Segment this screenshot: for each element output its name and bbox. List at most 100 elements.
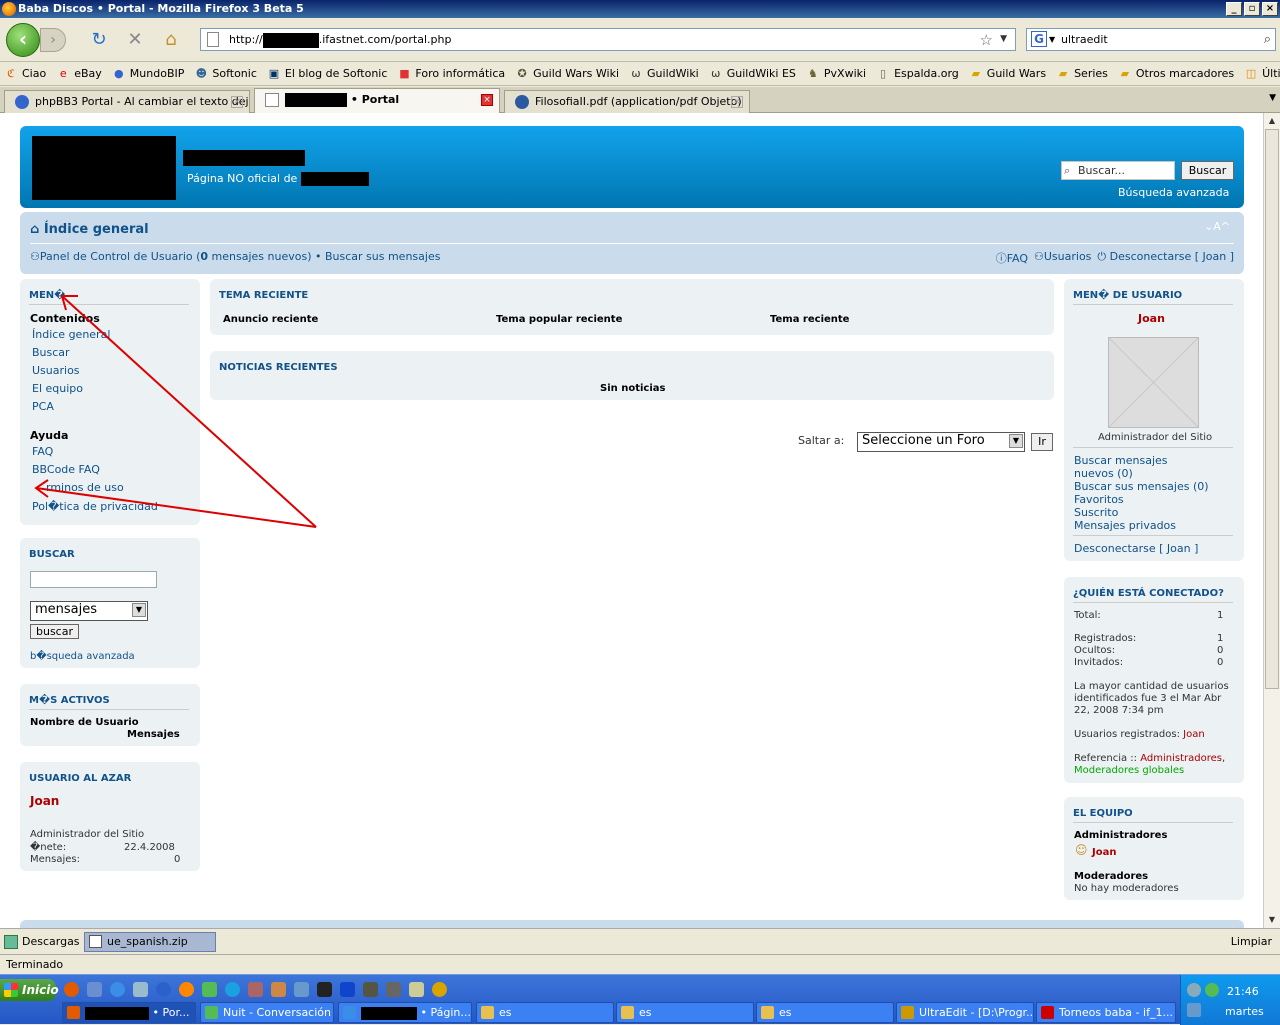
- quicklaunch-app-icon[interactable]: [409, 982, 424, 997]
- scrollbar-thumb[interactable]: [1265, 129, 1279, 689]
- quicklaunch-app-icon[interactable]: [386, 982, 401, 997]
- tab-close-icon[interactable]: ×: [731, 96, 743, 108]
- bookmark-item[interactable]: ▣ El blog de Softonic: [267, 67, 388, 81]
- url-bar[interactable]: http:// .ifastnet.com/portal.php ☆ ▼: [200, 28, 1016, 51]
- skype-icon[interactable]: [225, 982, 240, 997]
- left-search-button[interactable]: buscar: [30, 624, 79, 639]
- quicklaunch-app-icon[interactable]: [294, 982, 309, 997]
- menu-link-bbcode-faq[interactable]: BBCode FAQ: [32, 463, 100, 476]
- user-link-own-posts[interactable]: Buscar sus mensajes (0): [1074, 480, 1209, 493]
- menu-link-team[interactable]: El equipo: [32, 382, 83, 395]
- menu-link-privacy[interactable]: Pol�tica de privacidad: [32, 500, 158, 513]
- bookmark-item[interactable]: ▯ Espalda.org: [876, 67, 959, 81]
- bookmark-item[interactable]: ■ Foro informática: [397, 67, 505, 81]
- vertical-scrollbar[interactable]: ▲ ▼: [1263, 113, 1280, 928]
- header-search-button[interactable]: Buscar: [1181, 161, 1234, 180]
- tab-phpbb3-portal[interactable]: phpBB3 Portal - Al cambiar el texto dej.…: [4, 90, 250, 113]
- user-menu-name[interactable]: Joan: [1138, 312, 1165, 325]
- menu-link-search[interactable]: Buscar: [32, 346, 70, 359]
- quicklaunch-app-icon[interactable]: [133, 982, 148, 997]
- users-link[interactable]: ⚇Usuarios: [1034, 250, 1091, 266]
- advanced-search-link[interactable]: Búsqueda avanzada: [1118, 186, 1229, 199]
- task-folder-es-3[interactable]: es: [756, 1002, 894, 1023]
- task-filezilla-torneos[interactable]: Torneos baba - if_1...: [1036, 1002, 1176, 1023]
- site-logo[interactable]: [32, 136, 176, 200]
- team-admin-link[interactable]: Joan: [1092, 847, 1116, 858]
- legend-admins-link[interactable]: Administradores: [1140, 753, 1222, 764]
- task-ie-page[interactable]: • Págin...: [338, 1002, 472, 1023]
- forward-button[interactable]: ›: [40, 28, 66, 52]
- user-control-panel-link[interactable]: ⚇Panel de Control de Usuario (0 mensajes…: [30, 250, 440, 263]
- quicklaunch-app-icon[interactable]: [271, 982, 286, 997]
- bookmark-star-icon[interactable]: ☆: [980, 30, 993, 51]
- user-link-bookmarks[interactable]: Favoritos: [1074, 493, 1124, 506]
- quicklaunch-app-icon[interactable]: [317, 982, 332, 997]
- user-link-private-messages[interactable]: Mensajes privados: [1074, 519, 1176, 532]
- download-item[interactable]: ue_spanish.zip: [84, 932, 216, 952]
- random-user-name[interactable]: Joan: [30, 794, 59, 808]
- scroll-up-icon[interactable]: ▲: [1265, 114, 1279, 128]
- bookmark-item[interactable]: ω GuildWiki: [629, 67, 698, 81]
- network-icon[interactable]: [1187, 983, 1201, 997]
- bookmark-folder[interactable]: ▰ Otros marcadores: [1118, 67, 1234, 81]
- bookmark-item[interactable]: ℭ Ciao: [4, 67, 46, 81]
- menu-link-users[interactable]: Usuarios: [32, 364, 80, 377]
- quicklaunch-app-icon[interactable]: [179, 982, 194, 997]
- bookmark-folder[interactable]: ▰ Series: [1056, 67, 1108, 81]
- firefox-icon[interactable]: [64, 982, 79, 997]
- jump-forum-select[interactable]: Seleccione un Foro ▼: [857, 432, 1025, 452]
- index-link[interactable]: ⌂ Índice general: [30, 222, 149, 237]
- quicklaunch-app-icon[interactable]: [432, 982, 447, 997]
- bookmark-item[interactable]: ☻ Softonic: [194, 67, 257, 81]
- user-link-new-posts-count[interactable]: nuevos (0): [1074, 467, 1133, 480]
- home-icon[interactable]: ⌂: [160, 29, 182, 51]
- task-messenger-conversation[interactable]: Nuit - Conversación: [200, 1002, 334, 1023]
- bookmark-item[interactable]: ω GuildWiki ES: [709, 67, 796, 81]
- font-resize-control[interactable]: ⌄A^: [1204, 220, 1230, 233]
- header-search-input[interactable]: ⌕ Buscar...: [1061, 161, 1175, 180]
- tab-filosofia-pdf[interactable]: FilosofiaII.pdf (application/pdf Objeto)…: [504, 90, 750, 113]
- task-folder-es-2[interactable]: es: [616, 1002, 754, 1023]
- menu-link-faq[interactable]: FAQ: [32, 445, 53, 458]
- downloads-button[interactable]: Descargas: [2, 932, 80, 952]
- search-engine-icon[interactable]: G: [1031, 31, 1047, 47]
- search-keywords-input[interactable]: [30, 571, 157, 588]
- bookmark-feed[interactable]: ◫Últimas noticias: [1244, 67, 1280, 81]
- bookmark-item[interactable]: ● MundoBIP: [112, 67, 184, 81]
- engine-dropdown-icon[interactable]: ▼: [1049, 29, 1055, 50]
- task-ultraedit[interactable]: UltraEdit - [D:\Progr...: [896, 1002, 1034, 1023]
- task-folder-es-1[interactable]: es: [476, 1002, 614, 1023]
- legend-mods-link[interactable]: Moderadores globales: [1074, 765, 1184, 776]
- menu-link-ucp[interactable]: PCA: [32, 400, 54, 413]
- menu-link-terms[interactable]: rminos de uso: [46, 481, 124, 494]
- tab-close-icon[interactable]: ×: [231, 96, 243, 108]
- messenger-tray-icon[interactable]: [1205, 983, 1219, 997]
- logout-link[interactable]: ⏻ Desconectarse [ Joan ]: [1097, 250, 1234, 266]
- quicklaunch-app-icon[interactable]: [87, 982, 102, 997]
- quicklaunch-app-icon[interactable]: [340, 982, 355, 997]
- left-advanced-search-link[interactable]: b�squeda avanzada: [30, 651, 135, 662]
- clear-downloads-button[interactable]: Limpiar: [1231, 935, 1272, 948]
- bookmark-folder[interactable]: ▰ Guild Wars: [969, 67, 1047, 81]
- scroll-down-icon[interactable]: ▼: [1265, 913, 1279, 927]
- url-dropdown-icon[interactable]: ▼: [1000, 29, 1007, 50]
- faq-link[interactable]: ⓘFAQ: [996, 250, 1028, 266]
- quicklaunch-app-icon[interactable]: [248, 982, 263, 997]
- minimize-button[interactable]: _: [1226, 2, 1242, 16]
- bookmark-item[interactable]: e eBay: [56, 67, 102, 81]
- bookmark-item[interactable]: ✪ Guild Wars Wiki: [515, 67, 619, 81]
- messenger-icon[interactable]: [202, 982, 217, 997]
- back-button[interactable]: ‹: [6, 23, 40, 57]
- clock-time[interactable]: 21:46: [1227, 985, 1259, 998]
- guildwars-icon[interactable]: [363, 982, 378, 997]
- bookmark-item[interactable]: ♞ PvXwiki: [806, 67, 866, 81]
- tab-portal[interactable]: • Portal ×: [254, 88, 500, 114]
- tab-list-icon[interactable]: ▼: [1269, 93, 1276, 103]
- ie-icon[interactable]: [110, 982, 125, 997]
- online-user-link[interactable]: Joan: [1183, 729, 1205, 740]
- tray-app-icon[interactable]: [1187, 1003, 1201, 1017]
- maximize-button[interactable]: ▫: [1244, 2, 1260, 16]
- menu-link-index[interactable]: Índice general: [32, 328, 110, 341]
- search-icon[interactable]: ⌕: [1264, 29, 1271, 50]
- search-bar[interactable]: G ▼ ultraedit ⌕: [1026, 28, 1276, 51]
